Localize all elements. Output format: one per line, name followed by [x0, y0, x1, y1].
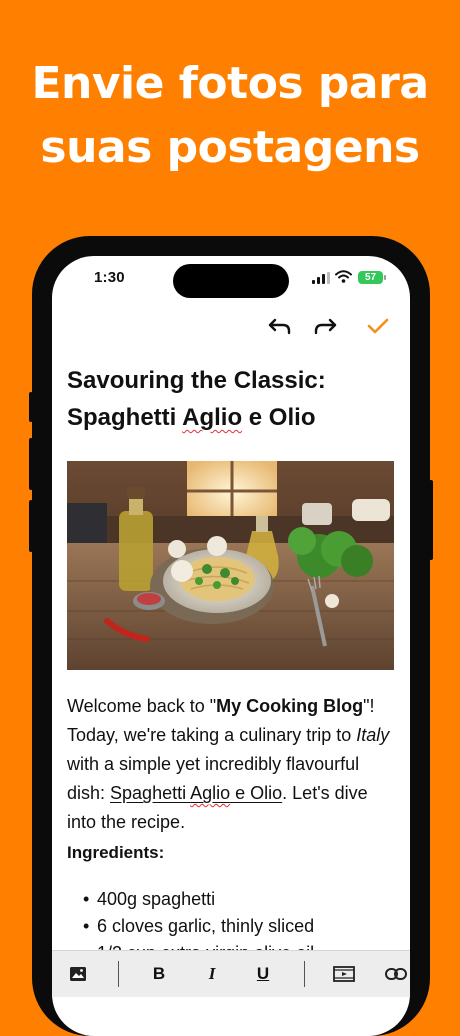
phone-button: [29, 500, 33, 552]
italic-button[interactable]: I: [196, 959, 228, 989]
spaghetti-photo: [67, 461, 394, 670]
insert-image-button[interactable]: [62, 959, 94, 989]
headline-line-2: suas postagens: [40, 122, 420, 173]
bold-button[interactable]: B: [143, 959, 175, 989]
undo-icon: [268, 318, 291, 335]
spellcheck-word: Aglio: [190, 783, 231, 803]
wifi-icon: [335, 270, 352, 283]
list-item: 6 cloves garlic, thinly sliced: [83, 913, 314, 940]
toolbar-divider: [118, 961, 119, 987]
title-text: Spaghetti: [67, 404, 183, 431]
intro-underlined-text: Spaghetti Aglio e Olio: [110, 783, 282, 803]
phone-screen: 1:30 57 Savouring the Classic: Spaghetti…: [52, 256, 410, 1036]
underline-button[interactable]: U: [247, 959, 279, 989]
intro-link-text: e Olio: [230, 783, 283, 803]
dynamic-island: [173, 264, 289, 298]
image-icon: [70, 967, 86, 981]
ingredients-heading[interactable]: Ingredients:: [67, 843, 164, 863]
post-title[interactable]: Savouring the Classic: Spaghetti Aglio e…: [67, 362, 397, 436]
insert-video-button[interactable]: [328, 959, 360, 989]
spellcheck-word: Aglio: [182, 404, 243, 431]
redo-button[interactable]: [310, 311, 340, 341]
format-toolbar: B I U: [52, 950, 410, 997]
post-intro-paragraph[interactable]: Welcome back to "My Cooking Blog"! Today…: [67, 692, 397, 837]
list-item: 400g spaghetti: [83, 886, 314, 913]
intro-text: Welcome back to ": [67, 696, 217, 716]
intro-italic-text: Italy: [356, 725, 390, 745]
battery-icon: 57: [358, 271, 386, 284]
intro-link-text: Spaghetti: [110, 783, 191, 803]
editor-top-toolbar: [52, 311, 410, 343]
title-line-2: Spaghetti Aglio e Olio: [67, 399, 397, 436]
phone-button: [29, 438, 33, 490]
intro-bold-text: My Cooking Blog: [216, 696, 364, 716]
video-icon: [333, 966, 355, 982]
done-button[interactable]: [363, 311, 393, 341]
status-bar: 1:30 57: [52, 256, 410, 300]
checkmark-icon: [367, 318, 389, 334]
phone-button: [429, 480, 433, 560]
link-icon: [385, 968, 407, 980]
battery-level: 57: [364, 272, 377, 283]
toolbar-divider: [304, 961, 305, 987]
status-time: 1:30: [94, 269, 125, 286]
headline-line-1: Envie fotos para: [31, 58, 429, 109]
insert-link-button[interactable]: [380, 959, 410, 989]
title-text: e Olio: [242, 404, 316, 431]
cellular-signal-icon: [312, 272, 330, 284]
undo-button[interactable]: [265, 311, 295, 341]
redo-icon: [314, 318, 337, 335]
promo-headline: Envie fotos para suas postagens: [0, 52, 460, 180]
title-line-1: Savouring the Classic:: [67, 367, 326, 394]
post-image[interactable]: [67, 461, 394, 670]
phone-button: [29, 392, 33, 422]
